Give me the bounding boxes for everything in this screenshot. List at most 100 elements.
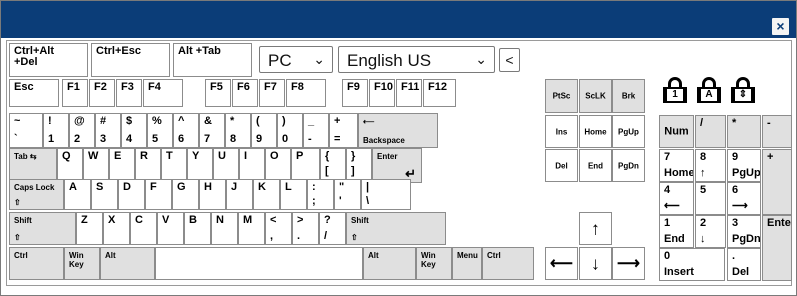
- key-space[interactable]: [155, 247, 363, 280]
- key-f12[interactable]: F12: [423, 79, 456, 107]
- key-sclk[interactable]: ScLK: [579, 79, 612, 113]
- key-6[interactable]: ^ 6: [173, 113, 199, 148]
- key-pipe[interactable]: | \: [361, 179, 411, 210]
- key-f3[interactable]: F3: [116, 79, 142, 107]
- key-l[interactable]: L: [280, 179, 307, 210]
- ctrl-esc-button[interactable]: Ctrl+Esc: [91, 43, 170, 77]
- key-f4[interactable]: F4: [143, 79, 183, 107]
- key-y[interactable]: Y: [187, 148, 213, 180]
- key-del[interactable]: Del: [545, 149, 578, 182]
- key-div[interactable]: /: [695, 115, 726, 148]
- key-right[interactable]: ⟶: [612, 247, 645, 280]
- key-ndot[interactable]: . Del: [727, 248, 761, 281]
- key-n2[interactable]: 2 ↓: [695, 215, 726, 248]
- key-quote[interactable]: " ': [334, 179, 361, 210]
- key-z[interactable]: Z: [76, 212, 103, 245]
- key-n3[interactable]: 3 PgDn: [727, 215, 761, 248]
- key-n[interactable]: N: [211, 212, 238, 245]
- key-f2[interactable]: F2: [89, 79, 115, 107]
- alt-tab-button[interactable]: Alt +Tab: [173, 43, 252, 77]
- key-up[interactable]: ↑: [579, 212, 612, 245]
- key-f10[interactable]: F10: [369, 79, 395, 107]
- key-f11[interactable]: F11: [396, 79, 422, 107]
- key-u[interactable]: U: [213, 148, 239, 180]
- key-x[interactable]: X: [103, 212, 130, 245]
- key-w[interactable]: W: [83, 148, 109, 180]
- key-c[interactable]: C: [130, 212, 157, 245]
- key-comma[interactable]: <,: [265, 212, 292, 245]
- key-1[interactable]: ! 1: [43, 113, 69, 148]
- key-left[interactable]: ⟵: [545, 247, 578, 280]
- key-caps[interactable]: Caps Lock ⇧: [9, 179, 64, 210]
- key-lwin[interactable]: Win Key: [64, 247, 100, 280]
- key-t[interactable]: T: [161, 148, 187, 180]
- close-icon[interactable]: ×: [772, 18, 789, 35]
- key-backspace[interactable]: ⟵ Backspace: [358, 113, 438, 148]
- key-7[interactable]: & 7: [199, 113, 225, 148]
- language-select[interactable]: English US ⌄: [338, 46, 495, 73]
- key-n9[interactable]: 9 PgUp: [727, 149, 761, 182]
- key-down[interactable]: ↓: [579, 247, 612, 280]
- key-enter[interactable]: Enter ↵: [372, 148, 422, 183]
- key-tilde[interactable]: ~ `: [9, 113, 43, 148]
- key-b[interactable]: B: [184, 212, 211, 245]
- key-f5[interactable]: F5: [205, 79, 231, 107]
- key-rctrl[interactable]: Ctrl: [482, 247, 534, 280]
- key-n6[interactable]: 6 ⟶: [727, 182, 761, 215]
- key-n4[interactable]: 4 ⟵: [659, 182, 694, 215]
- key-rwin[interactable]: Win Key: [416, 247, 452, 280]
- key-d[interactable]: D: [118, 179, 145, 210]
- key-o[interactable]: O: [265, 148, 291, 180]
- key-lalt[interactable]: Alt: [100, 247, 155, 280]
- title-bar[interactable]: ×: [1, 1, 796, 38]
- key-slash[interactable]: ? /: [319, 212, 346, 245]
- key-v[interactable]: V: [157, 212, 184, 245]
- key-4[interactable]: $4: [121, 113, 147, 148]
- os-select[interactable]: PC ⌄: [259, 46, 333, 73]
- key-8[interactable]: * 8: [225, 113, 251, 148]
- key-rbrace[interactable]: }]: [346, 148, 372, 180]
- key-end[interactable]: End: [579, 149, 612, 182]
- key-q[interactable]: Q: [57, 148, 83, 180]
- key-nenter[interactable]: Enter: [762, 215, 792, 281]
- key-pgdn[interactable]: PgDn: [612, 149, 645, 182]
- key-period[interactable]: >.: [292, 212, 319, 245]
- key-j[interactable]: J: [226, 179, 253, 210]
- key-e[interactable]: E: [109, 148, 135, 180]
- collapse-button[interactable]: <: [499, 48, 520, 72]
- key-num[interactable]: Num: [659, 115, 694, 148]
- key-s[interactable]: S: [91, 179, 118, 210]
- key-f7[interactable]: F7: [259, 79, 285, 107]
- key-rshift[interactable]: Shift ⇧: [346, 212, 446, 245]
- key-mul[interactable]: *: [727, 115, 761, 148]
- key-semicolon[interactable]: :;: [307, 179, 334, 210]
- key-h[interactable]: H: [199, 179, 226, 210]
- key-equal[interactable]: + =: [329, 113, 358, 148]
- key-f9[interactable]: F9: [342, 79, 368, 107]
- key-ralt[interactable]: Alt: [363, 247, 416, 280]
- key-f[interactable]: F: [145, 179, 172, 210]
- key-lshift[interactable]: Shift ⇧: [9, 212, 76, 245]
- key-2[interactable]: @2: [69, 113, 95, 148]
- key-a[interactable]: A: [64, 179, 91, 210]
- key-n0[interactable]: 0 Insert: [659, 248, 725, 281]
- key-f1[interactable]: F1: [62, 79, 88, 107]
- key-esc[interactable]: Esc: [9, 79, 59, 107]
- key-ins[interactable]: Ins: [545, 115, 578, 148]
- key-5[interactable]: % 5: [147, 113, 173, 148]
- key-brk[interactable]: Brk: [612, 79, 645, 113]
- key-pgup[interactable]: PgUp: [612, 115, 645, 148]
- key-r[interactable]: R: [135, 148, 161, 180]
- key-n8[interactable]: 8 ↑: [695, 149, 726, 182]
- key-tab[interactable]: Tab ⇆: [9, 148, 57, 180]
- key-m[interactable]: M: [238, 212, 265, 245]
- key-lctrl[interactable]: Ctrl: [9, 247, 64, 280]
- key-home[interactable]: Home: [579, 115, 612, 148]
- key-g[interactable]: G: [172, 179, 199, 210]
- key-minus[interactable]: _ -: [303, 113, 329, 148]
- ctrl-alt-del-button[interactable]: Ctrl+Alt +Del: [9, 43, 88, 77]
- key-ptsc[interactable]: PtSc: [545, 79, 578, 113]
- key-n1[interactable]: 1 End: [659, 215, 694, 248]
- key-f6[interactable]: F6: [232, 79, 258, 107]
- key-n5[interactable]: 5: [695, 182, 726, 215]
